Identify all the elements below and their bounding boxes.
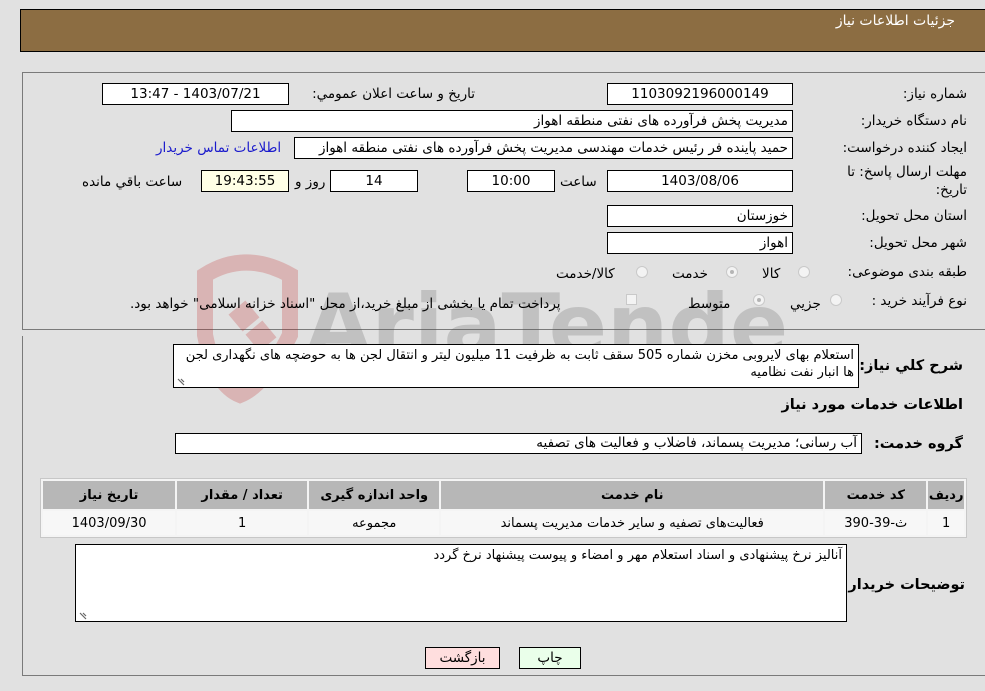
province-label: استان محل تحویل:: [861, 208, 967, 224]
purchase-type-label: نوع فرآیند خرید :: [871, 293, 967, 309]
print-button[interactable]: چاپ: [519, 647, 581, 669]
cell-quantity: 1: [177, 511, 308, 535]
buyer-org-field[interactable]: مدیریت پخش فرآورده های نفتی منطقه اهواز: [231, 110, 793, 132]
buyer-notes-label: توضیحات خریدار:: [842, 577, 965, 593]
col-row-number: ردیف: [928, 481, 964, 509]
category-option-goods: کالا: [762, 266, 781, 282]
col-service-name: نام خدمت: [441, 481, 824, 509]
treasury-note: پرداخت تمام یا بخشی از مبلغ خرید،از محل …: [130, 296, 561, 312]
deadline-time-label: ساعت: [560, 174, 597, 190]
days-label: روز و: [295, 174, 326, 190]
announce-datetime-label: تاریخ و ساعت اعلان عمومي:: [312, 86, 475, 102]
description-label: شرح کلي نیاز:: [859, 358, 963, 374]
need-number-field[interactable]: 1103092196000149: [607, 83, 793, 105]
category-option-service: خدمت: [672, 266, 708, 282]
city-field[interactable]: اهواز: [607, 232, 793, 254]
deadline-date-field[interactable]: 1403/08/06: [607, 170, 793, 192]
back-button[interactable]: بازگشت: [425, 647, 500, 669]
table-header-row: ردیف کد خدمت نام خدمت واحد اندازه گیری ت…: [43, 481, 964, 509]
buyer-contact-link[interactable]: اطلاعات تماس خریدار: [156, 140, 281, 156]
description-textarea[interactable]: استعلام بهای لایروبی مخزن شماره 505 سقف …: [173, 344, 859, 388]
category-radio-goods[interactable]: [798, 266, 810, 278]
requester-field[interactable]: حمید پاینده فر رئیس خدمات مهندسی مدیریت …: [294, 137, 793, 159]
category-radio-service[interactable]: [726, 266, 738, 278]
services-table: ردیف کد خدمت نام خدمت واحد اندازه گیری ت…: [40, 478, 967, 538]
buyer-org-label: نام دستگاه خریدار:: [860, 113, 967, 129]
purchase-radio-medium[interactable]: [753, 294, 765, 306]
treasury-checkbox[interactable]: [626, 294, 637, 305]
announce-datetime-field[interactable]: 1403/07/21 - 13:47: [102, 83, 289, 105]
services-section-title: اطلاعات خدمات مورد نیاز: [781, 397, 963, 413]
category-radio-goods-service[interactable]: [636, 266, 648, 278]
category-option-goods-service: کالا/خدمت: [556, 266, 615, 282]
col-service-code: کد خدمت: [825, 481, 927, 509]
purchase-radio-minor[interactable]: [830, 294, 842, 306]
buyer-notes-textarea[interactable]: آنالیز نرخ پیشنهادی و اسناد استعلام مهر …: [75, 544, 847, 622]
deadline-label-2: تاریخ:: [935, 182, 967, 198]
col-unit: واحد اندازه گیری: [309, 481, 440, 509]
page-title: جزئیات اطلاعات نیاز: [835, 13, 955, 29]
service-group-label: گروه خدمت:: [873, 436, 963, 452]
cell-need-date: 1403/09/30: [43, 511, 176, 535]
cell-row-number: 1: [928, 511, 964, 535]
purchase-option-minor: جزیي: [790, 296, 821, 312]
deadline-label: مهلت ارسال پاسخ: تا: [847, 164, 967, 180]
category-label: طبقه بندی موضوعی:: [847, 264, 967, 280]
resize-handle-icon[interactable]: [176, 376, 186, 386]
need-number-label: شماره نیاز:: [902, 86, 967, 102]
remaining-label: ساعت باقي مانده: [82, 174, 183, 190]
requester-label: ایجاد کننده درخواست:: [842, 140, 967, 156]
buyer-notes-text: آنالیز نرخ پیشنهادی و اسناد استعلام مهر …: [433, 548, 842, 563]
deadline-time-field[interactable]: 10:00: [467, 170, 555, 192]
city-label: شهر محل تحویل:: [869, 235, 967, 251]
col-need-date: تاریخ نیاز: [43, 481, 176, 509]
remaining-days-field[interactable]: 14: [330, 170, 418, 192]
resize-handle-icon[interactable]: [78, 610, 88, 620]
purchase-option-medium: متوسط: [688, 296, 731, 312]
table-row: 1 ث-39-390 فعالیت‌های تصفیه و سایر خدمات…: [43, 511, 964, 535]
cell-unit: مجموعه: [309, 511, 440, 535]
remaining-time-field: 19:43:55: [201, 170, 289, 192]
description-text: استعلام بهای لایروبی مخزن شماره 505 سقف …: [185, 348, 854, 380]
cell-service-name: فعالیت‌های تصفیه و سایر خدمات مدیریت پسم…: [441, 511, 824, 535]
cell-service-code: ث-39-390: [825, 511, 927, 535]
province-field[interactable]: خوزستان: [607, 205, 793, 227]
col-quantity: تعداد / مقدار: [177, 481, 308, 509]
service-group-field[interactable]: آب رسانی؛ مدیریت پسماند، فاضلاب و فعالیت…: [175, 433, 862, 454]
